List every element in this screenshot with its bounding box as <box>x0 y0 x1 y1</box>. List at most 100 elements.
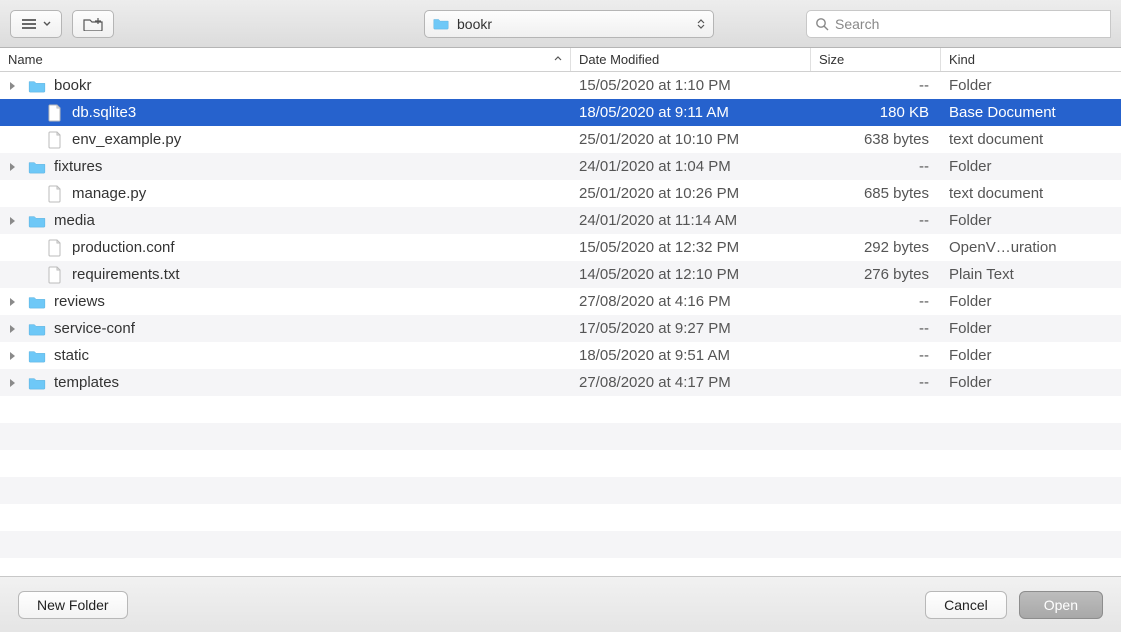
cancel-button[interactable]: Cancel <box>925 591 1007 619</box>
search-icon <box>815 17 829 31</box>
file-name: requirements.txt <box>72 266 180 283</box>
folder-icon <box>26 79 48 93</box>
column-header-date[interactable]: Date Modified <box>571 48 811 71</box>
cell-kind: Base Document <box>941 104 1121 121</box>
chevron-down-icon <box>43 21 51 27</box>
file-name: service-conf <box>54 320 135 337</box>
cell-name: bookr <box>24 77 571 94</box>
cell-date: 18/05/2020 at 9:11 AM <box>571 104 811 121</box>
table-row[interactable]: service-conf 17/05/2020 at 9:27 PM--Folde… <box>0 315 1121 342</box>
folder-icon <box>26 214 48 228</box>
document-icon <box>44 239 66 257</box>
cell-name: manage.py <box>24 185 571 203</box>
updown-icon <box>697 19 705 29</box>
file-name: db.sqlite3 <box>72 104 136 121</box>
cell-date: 14/05/2020 at 12:10 PM <box>571 266 811 283</box>
cell-kind: Folder <box>941 293 1121 310</box>
cell-kind: Folder <box>941 77 1121 94</box>
column-header-kind[interactable]: Kind <box>941 48 1121 71</box>
cell-kind: text document <box>941 131 1121 148</box>
cell-date: 25/01/2020 at 10:26 PM <box>571 185 811 202</box>
table-row-empty <box>0 558 1121 576</box>
open-button[interactable]: Open <box>1019 591 1103 619</box>
sort-indicator-icon <box>554 54 562 65</box>
disclosure-triangle[interactable] <box>0 324 24 334</box>
folder-icon <box>26 160 48 174</box>
table-row-empty <box>0 504 1121 531</box>
file-name: production.conf <box>72 239 175 256</box>
table-row[interactable]: static18/05/2020 at 9:51 AM--Folder <box>0 342 1121 369</box>
table-row[interactable]: media24/01/2020 at 11:14 AM--Folder <box>0 207 1121 234</box>
cell-date: 18/05/2020 at 9:51 AM <box>571 347 811 364</box>
cell-name: service-conf <box>24 320 571 337</box>
cell-name: static <box>24 347 571 364</box>
table-row[interactable]: fixtures24/01/2020 at 1:04 PM--Folder <box>0 153 1121 180</box>
cell-name: media <box>24 212 571 229</box>
disclosure-triangle[interactable] <box>0 378 24 388</box>
file-list[interactable]: bookr15/05/2020 at 1:10 PM--Folderdb.sql… <box>0 72 1121 576</box>
file-name: env_example.py <box>72 131 181 148</box>
file-name: static <box>54 347 89 364</box>
file-name: bookr <box>54 77 92 94</box>
cell-name: production.conf <box>24 239 571 257</box>
view-mode-button[interactable] <box>10 10 62 38</box>
table-row[interactable]: db.sqlite318/05/2020 at 9:11 AM180 KBBas… <box>0 99 1121 126</box>
column-header-size[interactable]: Size <box>811 48 941 71</box>
cell-name: reviews <box>24 293 571 310</box>
disclosure-triangle[interactable] <box>0 216 24 226</box>
cell-name: requirements.txt <box>24 266 571 284</box>
cell-name: fixtures <box>24 158 571 175</box>
cell-name: templates <box>24 374 571 391</box>
cell-date: 17/05/2020 at 9:27 PM <box>571 320 811 337</box>
folder-icon <box>26 376 48 390</box>
cell-date: 24/01/2020 at 1:04 PM <box>571 158 811 175</box>
cell-date: 15/05/2020 at 1:10 PM <box>571 77 811 94</box>
cell-date: 25/01/2020 at 10:10 PM <box>571 131 811 148</box>
new-folder-button[interactable]: New Folder <box>18 591 128 619</box>
cell-date: 15/05/2020 at 12:32 PM <box>571 239 811 256</box>
cell-size: 638 bytes <box>811 131 941 148</box>
new-folder-toolbar-button[interactable] <box>72 10 114 38</box>
table-row[interactable]: requirements.txt 14/05/2020 at 12:10 PM27… <box>0 261 1121 288</box>
table-row[interactable]: env_example.py 25/01/2020 at 10:10 PM638 … <box>0 126 1121 153</box>
table-row[interactable]: bookr 15/05/2020 at 1:10 PM--Folder <box>0 72 1121 99</box>
toolbar: bookr Search <box>0 0 1121 48</box>
table-row[interactable]: production.conf 15/05/2020 at 12:32 PM292… <box>0 234 1121 261</box>
table-row[interactable]: reviews27/08/2020 at 4:16 PM--Folder <box>0 288 1121 315</box>
table-row[interactable]: templates27/08/2020 at 4:17 PM--Folder <box>0 369 1121 396</box>
cell-name: env_example.py <box>24 131 571 149</box>
cell-size: -- <box>811 293 941 310</box>
cell-size: -- <box>811 77 941 94</box>
cell-size: 276 bytes <box>811 266 941 283</box>
cell-kind: Folder <box>941 320 1121 337</box>
search-input[interactable]: Search <box>806 10 1111 38</box>
table-row[interactable]: manage.py25/01/2020 at 10:26 PM685 bytes… <box>0 180 1121 207</box>
table-row-empty <box>0 396 1121 423</box>
table-row-empty <box>0 531 1121 558</box>
current-folder-label: bookr <box>457 16 689 32</box>
table-row-empty <box>0 423 1121 450</box>
document-icon <box>44 266 66 284</box>
search-placeholder: Search <box>835 16 879 32</box>
folder-plus-icon <box>83 17 103 31</box>
cell-date: 27/08/2020 at 4:16 PM <box>571 293 811 310</box>
path-popup[interactable]: bookr <box>424 10 714 38</box>
column-header-name[interactable]: Name <box>0 48 571 71</box>
disclosure-triangle[interactable] <box>0 162 24 172</box>
list-icon <box>21 18 37 30</box>
document-icon <box>44 185 66 203</box>
document-icon <box>44 131 66 149</box>
cell-size: -- <box>811 320 941 337</box>
cell-size: -- <box>811 347 941 364</box>
file-name: manage.py <box>72 185 146 202</box>
disclosure-triangle[interactable] <box>0 351 24 361</box>
disclosure-triangle[interactable] <box>0 81 24 91</box>
cell-date: 27/08/2020 at 4:17 PM <box>571 374 811 391</box>
folder-icon <box>26 322 48 336</box>
table-row-empty <box>0 477 1121 504</box>
cell-size: 292 bytes <box>811 239 941 256</box>
disclosure-triangle[interactable] <box>0 297 24 307</box>
table-row-empty <box>0 450 1121 477</box>
cell-name: db.sqlite3 <box>24 104 571 122</box>
file-name: fixtures <box>54 158 102 175</box>
